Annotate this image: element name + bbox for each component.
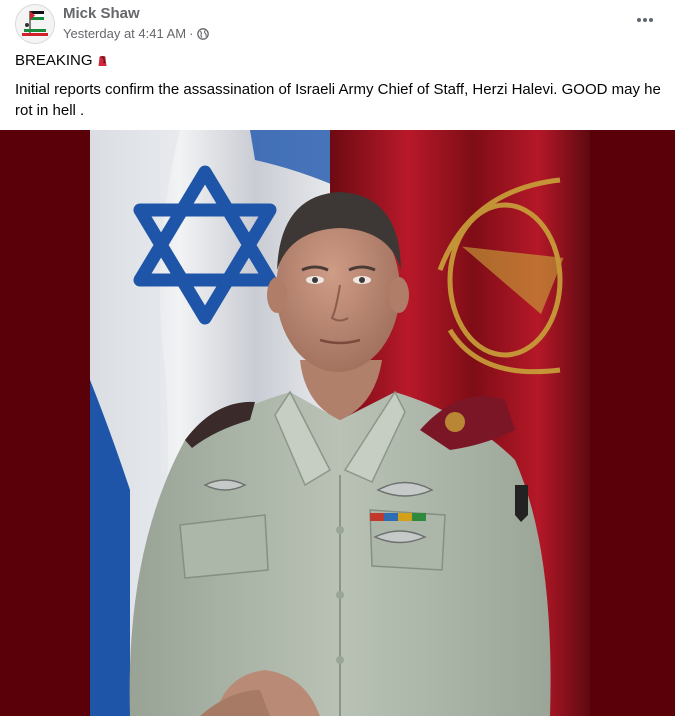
post-body: Initial reports confirm the assassinatio…: [15, 81, 661, 119]
author-avatar[interactable]: [15, 4, 55, 44]
meta-separator: ·: [189, 26, 194, 41]
post-photo[interactable]: [0, 130, 675, 716]
facebook-post: Mick Shaw Yesterday at 4:41 AM · BREAKIN…: [0, 0, 675, 716]
red-fez-emoji-icon: [98, 56, 107, 66]
headline-text: BREAKING: [15, 52, 93, 69]
post-headline: BREAKING: [15, 52, 109, 69]
globe-icon[interactable]: [197, 27, 210, 40]
post-header: Mick Shaw Yesterday at 4:41 AM ·: [0, 0, 675, 50]
portrait-photo: [0, 130, 675, 716]
more-options-icon[interactable]: [633, 10, 657, 30]
post-meta: Yesterday at 4:41 AM ·: [63, 26, 210, 41]
author-name[interactable]: Mick Shaw: [63, 5, 140, 22]
post-timestamp[interactable]: Yesterday at 4:41 AM: [63, 26, 186, 41]
palestine-flag-avatar-icon: [16, 5, 54, 43]
